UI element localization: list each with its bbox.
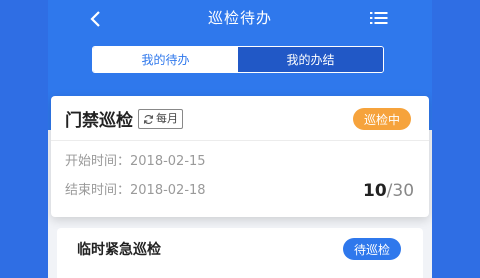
list-menu-icon [370, 12, 388, 24]
progress-total: /30 [386, 181, 415, 201]
task-name: 门禁巡检 [65, 111, 133, 131]
divider [51, 140, 429, 141]
start-time-value: 2018-02-15 [130, 154, 206, 169]
status-badge: 巡检中 [353, 108, 411, 130]
start-time-row: 开始时间：2018-02-15 [65, 153, 206, 171]
frequency-label: 每月 [156, 112, 178, 125]
frequency-tag: 每月 [138, 109, 183, 129]
refresh-icon [143, 114, 154, 124]
tab-my-todo[interactable]: 我的待办 [93, 47, 238, 72]
start-time-label: 开始时间： [65, 154, 131, 169]
task-name: 临时紧急巡检 [77, 242, 161, 258]
task-card[interactable]: 临时紧急巡检 待巡检 [57, 228, 423, 278]
task-card[interactable]: 门禁巡检 每月 巡检中 开始时间：2018-02-15 结束时间：2018-02… [51, 96, 429, 217]
end-time-label: 结束时间： [65, 183, 131, 198]
progress-count: 10/30 [363, 180, 414, 202]
app-screen: 巡检待办 我的待办 我的办结 临时紧急巡检 待巡检 门禁巡检 每月 巡检中 开始… [48, 0, 432, 278]
end-time-value: 2018-02-18 [130, 183, 206, 198]
status-badge: 待巡检 [343, 238, 401, 260]
end-time-row: 结束时间：2018-02-18 [65, 182, 206, 200]
tab-my-completed[interactable]: 我的办结 [238, 47, 383, 72]
menu-button[interactable] [368, 7, 390, 29]
segmented-tabs: 我的待办 我的办结 [92, 46, 384, 73]
progress-done: 10 [363, 181, 387, 201]
